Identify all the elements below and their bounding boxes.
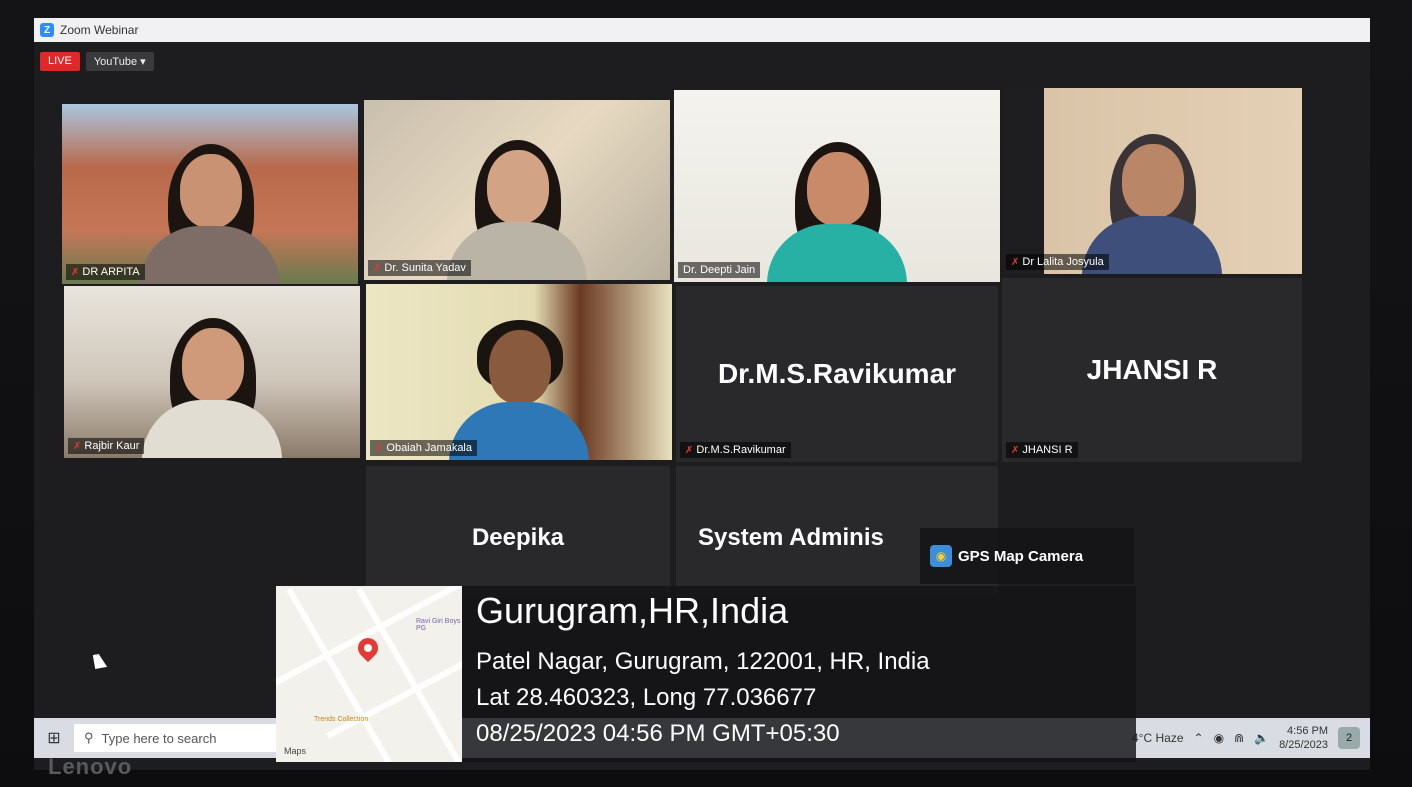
- video-tile-ravikumar[interactable]: Dr.M.S.Ravikumar ✗ Dr.M.S.Ravikumar: [676, 286, 998, 462]
- gps-address: Patel Nagar, Gurugram, 122001, HR, India: [476, 648, 930, 675]
- gps-camera-app-icon: ◉: [930, 545, 952, 567]
- video-tile-deepti-active-speaker[interactable]: Dr. Deepti Jain: [674, 90, 1000, 282]
- mic-muted-icon: ✗: [71, 266, 80, 278]
- nameplate: ✗ JHANSI R: [1006, 442, 1078, 458]
- search-placeholder: Type here to search: [101, 730, 217, 746]
- participant-display-name: Dr.M.S.Ravikumar: [717, 358, 957, 389]
- notification-center-icon[interactable]: 2: [1338, 727, 1360, 749]
- window-titlebar: Z Zoom Webinar: [34, 18, 1370, 42]
- video-tile-obaiah[interactable]: ✗ Obaiah Jamakala: [366, 284, 672, 460]
- video-tile-sunita[interactable]: ✗ Dr. Sunita Yadav: [364, 100, 670, 280]
- nameplate: ✗ Dr.M.S.Ravikumar: [680, 442, 791, 458]
- gps-map-camera-badge: ◉ GPS Map Camera: [920, 528, 1134, 584]
- window-title: Zoom Webinar: [60, 23, 139, 37]
- video-tile-rajbir[interactable]: ✗ Rajbir Kaur: [64, 286, 360, 458]
- nameplate: ✗ DR ARPITA: [66, 264, 145, 280]
- gps-location-title: Gurugram,HR,India: [476, 590, 789, 631]
- gps-datetime: 08/25/2023 04:56 PM GMT+05:30: [476, 720, 840, 747]
- taskbar-search-box[interactable]: ⚲ Type here to search: [74, 724, 304, 752]
- nameplate: ✗ Obaiah Jamakala: [370, 440, 477, 456]
- mic-muted-icon: ✗: [1011, 444, 1020, 456]
- zoom-icon: Z: [40, 23, 54, 37]
- nameplate: ✗ Dr. Sunita Yadav: [368, 260, 471, 276]
- live-bar: LIVE YouTube ▾: [40, 52, 154, 71]
- taskbar-clock[interactable]: 4:56 PM 8/25/2023: [1279, 724, 1328, 752]
- gps-overlay: Ravi Giri Boys PG Trends Collection Maps…: [276, 586, 1136, 762]
- mouse-cursor-icon: [92, 653, 108, 669]
- nameplate: ✗ Rajbir Kaur: [68, 438, 145, 454]
- mic-muted-icon: ✗: [73, 440, 82, 452]
- chevron-up-icon[interactable]: ⌃: [1194, 731, 1204, 745]
- nameplate: ✗ Dr Lalita Josyula: [1006, 254, 1109, 270]
- search-icon: ⚲: [84, 730, 94, 745]
- maps-logo: Maps: [284, 746, 307, 756]
- network-icon[interactable]: ◉: [1214, 731, 1224, 745]
- participant-display-name: JHANSI R: [1086, 354, 1218, 385]
- mic-muted-icon: ✗: [685, 444, 694, 456]
- map-thumbnail: Ravi Giri Boys PG Trends Collection Maps: [276, 586, 462, 762]
- video-tile-arpita[interactable]: ✗ DR ARPITA: [62, 104, 358, 284]
- video-tile-jhansi[interactable]: JHANSI R ✗ JHANSI R: [1002, 278, 1302, 462]
- mic-muted-icon: ✗: [1011, 256, 1020, 268]
- monitor-brand-logo: Lenovo: [48, 754, 133, 779]
- gps-coordinates: Lat 28.460323, Long 77.036677: [476, 684, 817, 711]
- stream-dropdown[interactable]: YouTube ▾: [85, 52, 154, 71]
- mic-muted-icon: ✗: [373, 262, 382, 274]
- system-tray: 4°C Haze ⌃ ◉ ⋒ 🔈 4:56 PM 8/25/2023 2: [1132, 718, 1360, 758]
- video-tile-deepika[interactable]: Deepika: [366, 466, 670, 598]
- live-badge[interactable]: LIVE: [40, 52, 80, 71]
- participant-display-name: Deepika: [471, 524, 565, 551]
- windows-start-icon[interactable]: ⊞: [34, 718, 74, 758]
- mic-muted-icon: ✗: [375, 442, 384, 454]
- wifi-icon[interactable]: ⋒: [1234, 731, 1244, 745]
- video-tile-lalita[interactable]: ✗ Dr Lalita Josyula: [1002, 88, 1302, 274]
- volume-icon[interactable]: 🔈: [1254, 731, 1269, 745]
- weather-text[interactable]: 4°C Haze: [1132, 731, 1184, 745]
- nameplate: Dr. Deepti Jain: [678, 262, 761, 278]
